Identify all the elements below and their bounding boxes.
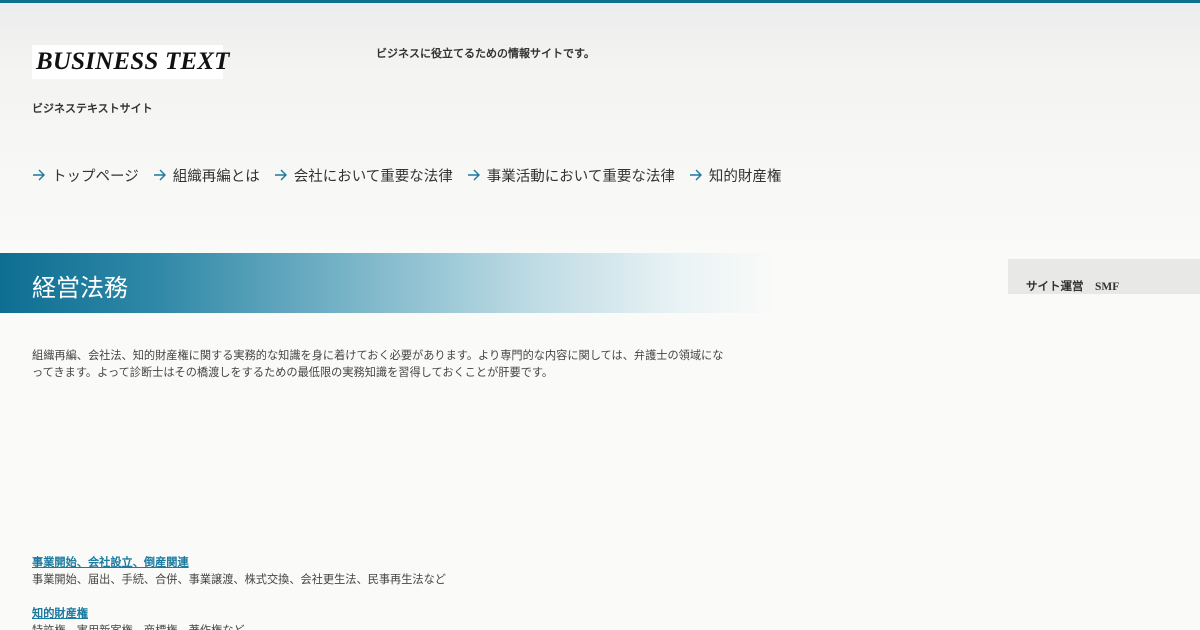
nav-item-label: 事業活動において重要な法律 [486, 168, 675, 185]
site-name: ビジネステキストサイト [32, 102, 153, 115]
site-tagline: ビジネスに役立てるための情報サイトです。 [376, 47, 595, 60]
nav-item-ip-rights[interactable]: 知的財産権 [689, 165, 782, 186]
nav-item-top-page[interactable]: トップページ [32, 165, 139, 186]
nav-item-label: 知的財産権 [708, 168, 782, 185]
section-link-ip-rights[interactable]: 知的財産権 [32, 605, 88, 621]
page-title: 経営法務 [32, 274, 128, 302]
global-nav: トップページ 組織再編とは 会社において重要な法律 事業活動において重要な法律 … [32, 165, 795, 185]
arrow-right-icon [689, 169, 702, 181]
section-link-business-start[interactable]: 事業開始、会社設立、倒産関連 [32, 554, 189, 570]
section-desc-business-start: 事業開始、届出、手続、合併、事業譲渡、株式交換、会社更生法、民事再生法など [32, 573, 446, 586]
page-hero-banner: 経営法務 [0, 253, 775, 313]
site-operator-label: サイト運営 SMF [1026, 281, 1120, 293]
nav-item-business-law[interactable]: 事業活動において重要な法律 [467, 165, 675, 186]
nav-item-reorganization[interactable]: 組織再編とは [153, 165, 260, 186]
section-desc-ip-rights: 特許権、実用新案権、商標権、著作権など [32, 622, 245, 630]
arrow-right-icon [33, 169, 45, 181]
nav-item-corporate-law[interactable]: 会社において重要な法律 [274, 165, 453, 186]
logo-text: BUSINESS TEXT [36, 48, 230, 75]
nav-item-label: トップページ [52, 168, 139, 185]
nav-item-label: 組織再編とは [172, 168, 260, 185]
nav-item-label: 会社において重要な法律 [293, 168, 453, 185]
arrow-right-icon [153, 169, 166, 181]
arrow-right-icon [274, 169, 287, 181]
arrow-right-icon [467, 169, 480, 181]
sidebar-operator-box: サイト運営 SMF [1008, 259, 1200, 294]
site-logo[interactable]: BUSINESS TEXT [32, 45, 229, 79]
top-accent-bar [0, 0, 1200, 3]
intro-paragraph: 組織再編、会社法、知的財産権に関する実務的な知識を身に着けておく必要があります。… [32, 349, 724, 379]
